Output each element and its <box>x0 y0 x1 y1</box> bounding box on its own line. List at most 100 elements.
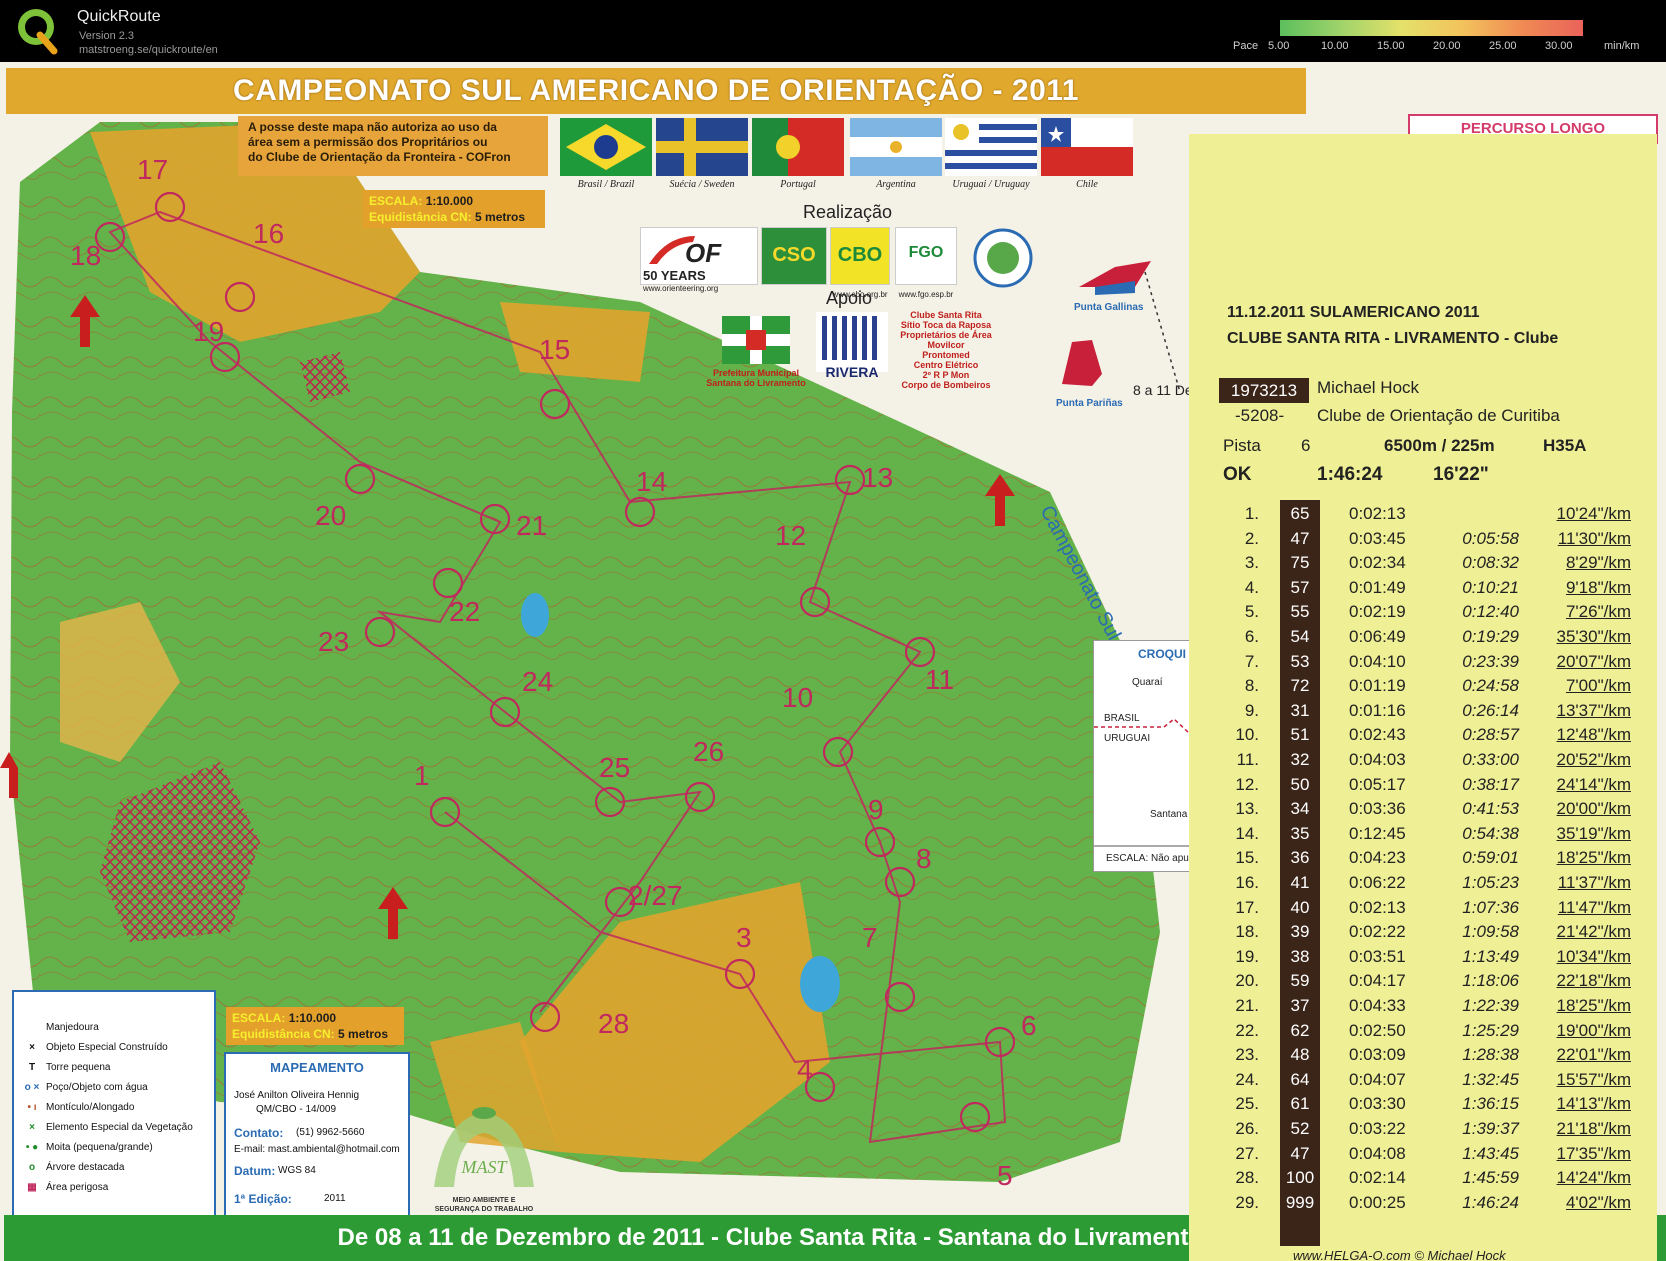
split-row[interactable]: 24. 64 0:04:07 1:32:45 15'57"/km <box>1189 1068 1657 1094</box>
split-times-panel[interactable]: 11.12.2011 SULAMERICANO 2011 CLUBE SANTA… <box>1189 134 1657 1261</box>
split-row[interactable]: 27. 47 0:04:08 1:43:45 17'35"/km <box>1189 1142 1657 1168</box>
scale-box-bottom: ESCALA: 1:10.000 Equidistância CN: 5 met… <box>226 1007 404 1045</box>
control-code: 55 <box>1290 602 1310 622</box>
leg-time: 0:02:13 <box>1349 504 1406 523</box>
cumulative-time: 0:23:39 <box>1462 651 1519 671</box>
control-code: 59 <box>1290 971 1310 991</box>
leg-pace: 7'00"/km <box>1565 676 1631 696</box>
control-code: 35 <box>1290 823 1310 843</box>
leg-time: 0:02:19 <box>1349 602 1406 622</box>
control-code: 37 <box>1290 996 1310 1015</box>
leg-pace: 35'30"/km <box>1556 627 1631 646</box>
leg-time: 0:12:45 <box>1349 823 1406 843</box>
split-row[interactable]: 16. 41 0:06:22 1:05:23 11'37"/km <box>1189 871 1657 897</box>
map-notice: A posse deste mapa não autoriza ao uso d… <box>238 116 548 176</box>
split-row[interactable]: 15. 36 0:04:23 0:59:01 18'25"/km <box>1189 846 1657 872</box>
map-legend: Manjedoura × Objeto Especial Construído T… <box>12 990 216 1226</box>
pace-label: Pace <box>1233 40 1259 52</box>
app-url[interactable]: matstroeng.se/quickroute/en <box>79 44 218 56</box>
split-number: 17. <box>1235 897 1259 917</box>
leg-time: 0:03:51 <box>1349 946 1406 966</box>
punta-parinas-label: Punta Pariñas <box>1056 398 1123 409</box>
flag-label: Portugal <box>780 179 816 190</box>
split-row[interactable]: 4. 57 0:01:49 0:10:21 9'18"/km <box>1189 576 1657 602</box>
mast-sub: SEGURANÇA DO TRABALHO <box>434 1206 534 1213</box>
split-row[interactable]: 23. 48 0:03:09 1:28:38 22'01"/km <box>1189 1043 1657 1069</box>
split-row[interactable]: 26. 52 0:03:22 1:39:37 21'18"/km <box>1189 1117 1657 1143</box>
legend-label: Elemento Especial da Vegetação <box>46 1122 193 1133</box>
control-code: 51 <box>1290 725 1310 745</box>
control-code: 100 <box>1285 1168 1315 1188</box>
punta-parinas-shape-icon <box>1062 340 1102 386</box>
split-row[interactable]: 8. 72 0:01:19 0:24:58 7'00"/km <box>1189 674 1657 700</box>
split-row[interactable]: 25. 61 0:03:30 1:36:15 14'13"/km <box>1189 1092 1657 1118</box>
split-row[interactable]: 6. 54 0:06:49 0:19:29 35'30"/km <box>1189 625 1657 651</box>
split-row[interactable]: 2. 47 0:03:45 0:05:58 11'30"/km <box>1189 527 1657 553</box>
equid-value: 5 metros <box>475 210 526 224</box>
leg-pace: 24'14"/km <box>1556 774 1631 794</box>
split-number: 11. <box>1236 750 1259 769</box>
split-row[interactable]: 13. 34 0:03:36 0:41:53 20'00"/km <box>1189 797 1657 823</box>
legend-symbol: × <box>29 1122 35 1133</box>
cumulative-time: 0:26:14 <box>1462 700 1519 720</box>
split-row[interactable]: 11. 32 0:04:03 0:33:00 20'52"/km <box>1189 748 1657 774</box>
cumulative-time: 1:32:45 <box>1462 1069 1519 1089</box>
split-row[interactable]: 5. 55 0:02:19 0:12:40 7'26"/km <box>1189 600 1657 626</box>
cumulative-time: 0:54:38 <box>1462 823 1519 843</box>
iof-years: 50 YEARS <box>643 268 706 283</box>
cumulative-time: 1:43:45 <box>1462 1143 1519 1163</box>
mast-name: MAST <box>461 1157 507 1177</box>
split-row[interactable]: 22. 62 0:02:50 1:25:29 19'00"/km <box>1189 1019 1657 1045</box>
leg-pace: 11'37"/km <box>1557 873 1631 892</box>
split-number: 14. <box>1235 823 1259 843</box>
split-row[interactable]: 10. 51 0:02:43 0:28:57 12'48"/km <box>1189 723 1657 749</box>
control-code: 62 <box>1290 1020 1310 1040</box>
split-row[interactable]: 12. 50 0:05:17 0:38:17 24'14"/km <box>1189 773 1657 799</box>
split-row[interactable]: 19. 38 0:03:51 1:13:49 10'34"/km <box>1189 945 1657 971</box>
leg-time: 0:04:33 <box>1349 996 1406 1015</box>
leg-time: 0:02:34 <box>1349 553 1406 573</box>
split-row[interactable]: 3. 75 0:02:34 0:08:32 8'29"/km <box>1189 551 1657 577</box>
split-row[interactable]: 29. 999 0:00:25 1:46:24 4'02"/km <box>1189 1191 1657 1217</box>
split-row[interactable]: 21. 37 0:04:33 1:22:39 18'25"/km <box>1189 994 1657 1020</box>
cumulative-time: 0:05:58 <box>1462 528 1519 548</box>
contato-email[interactable]: E-mail: mast.ambiental@hotmail.com <box>234 1144 400 1155</box>
control-code: 54 <box>1290 627 1310 646</box>
iof-logo: OF 50 YEARS www.orienteering.org <box>640 227 758 293</box>
split-row[interactable]: 14. 35 0:12:45 0:54:38 35'19"/km <box>1189 822 1657 848</box>
split-row[interactable]: 9. 31 0:01:16 0:26:14 13'37"/km <box>1189 699 1657 725</box>
leg-time: 0:02:43 <box>1349 725 1406 745</box>
leg-pace: 21'42"/km <box>1556 922 1631 942</box>
cumulative-time: 0:28:57 <box>1462 725 1519 745</box>
split-number: 18. <box>1235 922 1259 942</box>
cso-logo: CSO <box>761 227 827 285</box>
control-number: 11 <box>925 664 955 695</box>
orienteering-map[interactable]: CAMPEONATO SUL AMERICANO DE ORIENTAÇÃO -… <box>0 62 1666 1261</box>
split-row[interactable]: 17. 40 0:02:13 1:07:36 11'47"/km <box>1189 896 1657 922</box>
quickroute-logo <box>18 9 58 55</box>
split-row[interactable]: 1. 65 0:02:13 10'24"/km <box>1189 502 1657 528</box>
control-number: 12 <box>775 520 807 551</box>
leg-pace: 22'18"/km <box>1556 971 1631 991</box>
mapeamento-title: MAPEAMENTO <box>270 1060 364 1075</box>
split-row[interactable]: 20. 59 0:04:17 1:18:06 22'18"/km <box>1189 969 1657 995</box>
pace-unit: min/km <box>1604 40 1640 52</box>
notice-line: do Clube de Orientação da Fronteira - CO… <box>248 150 511 164</box>
leg-time: 0:01:19 <box>1349 676 1406 696</box>
pace-tick: 20.00 <box>1433 40 1461 52</box>
control-code: 47 <box>1290 1143 1310 1163</box>
split-row[interactable]: 7. 53 0:04:10 0:23:39 20'07"/km <box>1189 650 1657 676</box>
control-number: 5 <box>997 1160 1013 1191</box>
prefeitura-line: Santana do Livramento <box>706 378 806 388</box>
legend-item: o Árvore destacada <box>18 1162 124 1173</box>
mast-leaf-icon <box>434 1107 534 1187</box>
scale-key: ESCALA: <box>232 1011 286 1025</box>
legend-item: Manjedoura <box>18 1022 99 1033</box>
legend-item: ▦ Área perigosa <box>18 1182 108 1193</box>
split-row[interactable]: 18. 39 0:02:22 1:09:58 21'42"/km <box>1189 920 1657 946</box>
split-number: 26. <box>1235 1119 1259 1138</box>
split-row[interactable]: 28. 100 0:02:14 1:45:59 14'24"/km <box>1189 1166 1657 1192</box>
split-number: 28. <box>1235 1168 1259 1188</box>
split-number: 19. <box>1235 946 1259 966</box>
equid-key: Equidistância CN: <box>369 210 472 224</box>
